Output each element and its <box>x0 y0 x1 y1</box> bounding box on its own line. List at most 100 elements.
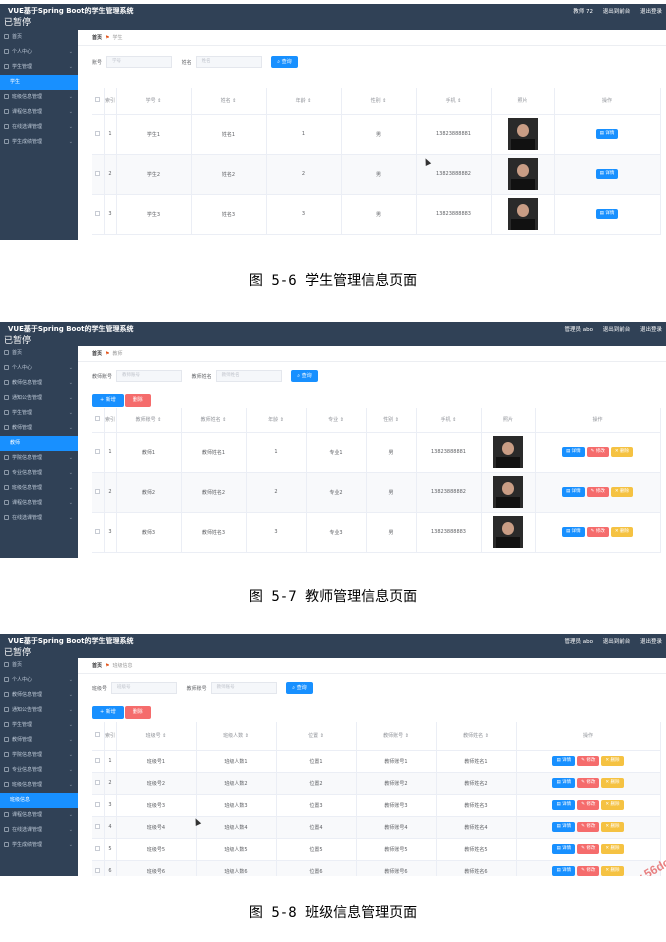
delete-button[interactable]: ✕ 删除 <box>610 527 634 537</box>
to-frontend-link[interactable]: 退出到前台 <box>603 9 631 15</box>
sidebar-item[interactable]: 个人中心 ⌄ <box>0 673 78 688</box>
sidebar-item[interactable]: 班级信息管理 ⌄ <box>0 481 78 496</box>
column-header[interactable]: 性别 ⇕ <box>341 88 417 115</box>
column-header[interactable]: 专业 ⇕ <box>306 408 367 433</box>
delete-button[interactable]: ✕ 删除 <box>601 778 624 788</box>
sidebar-item[interactable]: 课程信息管理 ⌄ <box>0 496 78 511</box>
row-checkbox[interactable] <box>95 867 101 873</box>
edit-button[interactable]: ✎ 修改 <box>586 447 609 457</box>
detail-button[interactable]: ▤ 详情 <box>552 822 576 832</box>
sidebar-item[interactable]: 学生管理 ⌄ <box>0 406 78 421</box>
delete-button[interactable]: ✕ 删除 <box>610 447 634 457</box>
edit-button[interactable]: ✎ 修改 <box>577 800 600 810</box>
column-header[interactable]: 姓名 ⇕ <box>191 88 267 115</box>
sidebar-item[interactable]: 在线选课管理 ⌄ <box>0 120 78 135</box>
sidebar-item[interactable]: 在线选课管理 ⌄ <box>0 823 78 838</box>
edit-button[interactable]: ✎ 修改 <box>586 487 609 497</box>
sidebar-item[interactable]: 课程信息管理 ⌄ <box>0 808 78 823</box>
detail-button[interactable]: ▤ 详情 <box>595 169 619 179</box>
column-header[interactable]: 教师姓名 ⇕ <box>436 722 517 751</box>
column-header[interactable]: 班级人数 ⇕ <box>196 722 277 751</box>
edit-button[interactable]: ✎ 修改 <box>577 756 600 766</box>
edit-button[interactable]: ✎ 修改 <box>577 866 600 876</box>
add-button[interactable]: + 新增 <box>92 394 124 407</box>
sidebar-item[interactable]: 首页 <box>0 30 78 45</box>
row-checkbox[interactable] <box>95 528 101 534</box>
sidebar-item[interactable]: 学生管理 ⌄ <box>0 60 78 75</box>
sidebar-item[interactable]: 教师管理 ⌄ <box>0 733 78 748</box>
search-input[interactable]: 姓名 <box>195 56 262 68</box>
select-all-checkbox[interactable] <box>95 732 101 738</box>
delete-button[interactable]: ✕ 删除 <box>601 844 624 854</box>
logout-link[interactable]: 退出登录 <box>640 327 662 333</box>
sidebar-item[interactable]: 学生成绩管理 ⌄ <box>0 838 78 853</box>
sidebar-item[interactable]: 学生管理 ⌄ <box>0 718 78 733</box>
search-input[interactable]: 教师账号 <box>116 370 183 382</box>
row-checkbox[interactable] <box>95 488 101 494</box>
logout-link[interactable]: 退出登录 <box>640 9 662 15</box>
breadcrumb-home[interactable]: 首页 <box>92 663 102 669</box>
column-header[interactable]: 照片 <box>491 88 555 115</box>
to-frontend-link[interactable]: 退出到前台 <box>603 327 631 333</box>
edit-button[interactable]: ✎ 修改 <box>577 778 600 788</box>
logout-link[interactable]: 退出登录 <box>640 639 662 645</box>
sidebar-item[interactable]: 学生 <box>0 75 78 90</box>
batch-delete-button[interactable]: 删除 <box>124 394 151 407</box>
sidebar-item[interactable]: 通知公告管理 ⌄ <box>0 391 78 406</box>
detail-button[interactable]: ▤ 详情 <box>595 129 619 139</box>
row-checkbox[interactable] <box>95 801 101 807</box>
sidebar-item[interactable]: 学院信息管理 ⌄ <box>0 451 78 466</box>
column-header[interactable]: 年龄 ⇕ <box>246 408 307 433</box>
search-button[interactable]: ⌕ 查询 <box>271 56 298 68</box>
column-header[interactable]: 性别 ⇕ <box>366 408 417 433</box>
sidebar-item[interactable]: 班级信息 <box>0 793 78 808</box>
sidebar-item[interactable]: 教师信息管理 ⌄ <box>0 376 78 391</box>
batch-delete-button[interactable]: 删除 <box>124 706 151 719</box>
edit-button[interactable]: ✎ 修改 <box>577 822 600 832</box>
sidebar-item[interactable]: 教师 <box>0 436 78 451</box>
sidebar-item[interactable]: 教师管理 ⌄ <box>0 421 78 436</box>
sidebar-item[interactable]: 个人中心 ⌄ <box>0 45 78 60</box>
row-checkbox[interactable] <box>95 845 101 851</box>
search-button[interactable]: ⌕ 查询 <box>286 682 313 694</box>
to-frontend-link[interactable]: 退出到前台 <box>603 639 631 645</box>
detail-button[interactable]: ▤ 详情 <box>552 800 576 810</box>
delete-button[interactable]: ✕ 删除 <box>601 800 624 810</box>
add-button[interactable]: + 新增 <box>92 706 124 719</box>
column-header[interactable]: 位置 ⇕ <box>276 722 357 751</box>
row-checkbox[interactable] <box>95 823 101 829</box>
sidebar-item[interactable]: 班级信息管理 ⌄ <box>0 90 78 105</box>
search-input[interactable]: 学号 <box>106 56 173 68</box>
column-header[interactable]: 教师姓名 ⇕ <box>181 408 247 433</box>
row-checkbox[interactable] <box>95 448 101 454</box>
column-header[interactable]: 教师账号 ⇕ <box>116 408 182 433</box>
detail-button[interactable]: ▤ 详情 <box>552 756 576 766</box>
row-checkbox[interactable] <box>95 130 101 136</box>
sidebar-item[interactable]: 教师信息管理 ⌄ <box>0 688 78 703</box>
sidebar-item[interactable]: 专业信息管理 ⌄ <box>0 763 78 778</box>
column-header[interactable]: 年龄 ⇕ <box>266 88 342 115</box>
sidebar-item[interactable]: 班级信息管理 ⌄ <box>0 778 78 793</box>
sidebar-item[interactable]: 专业信息管理 ⌄ <box>0 466 78 481</box>
sidebar-item[interactable]: 首页 <box>0 346 78 361</box>
sidebar-item[interactable]: 学生成绩管理 ⌄ <box>0 135 78 150</box>
edit-button[interactable]: ✎ 修改 <box>586 527 609 537</box>
row-checkbox[interactable] <box>95 210 101 216</box>
sidebar-item[interactable]: 通知公告管理 ⌄ <box>0 703 78 718</box>
column-header[interactable]: 手机 ⇕ <box>416 88 492 115</box>
edit-button[interactable]: ✎ 修改 <box>577 844 600 854</box>
search-input[interactable]: 班级号 <box>111 682 178 694</box>
breadcrumb-home[interactable]: 首页 <box>92 35 102 41</box>
sidebar-item[interactable]: 课程信息管理 ⌄ <box>0 105 78 120</box>
detail-button[interactable]: ▤ 详情 <box>552 866 576 876</box>
detail-button[interactable]: ▤ 详情 <box>595 209 619 219</box>
sidebar-item[interactable]: 首页 <box>0 658 78 673</box>
detail-button[interactable]: ▤ 详情 <box>561 487 585 497</box>
column-header[interactable]: 班级号 ⇕ <box>116 722 197 751</box>
column-header[interactable]: 照片 <box>481 408 536 433</box>
search-button[interactable]: ⌕ 查询 <box>291 370 318 382</box>
row-checkbox[interactable] <box>95 170 101 176</box>
row-checkbox[interactable] <box>95 779 101 785</box>
row-checkbox[interactable] <box>95 757 101 763</box>
search-input[interactable]: 教师姓名 <box>215 370 282 382</box>
